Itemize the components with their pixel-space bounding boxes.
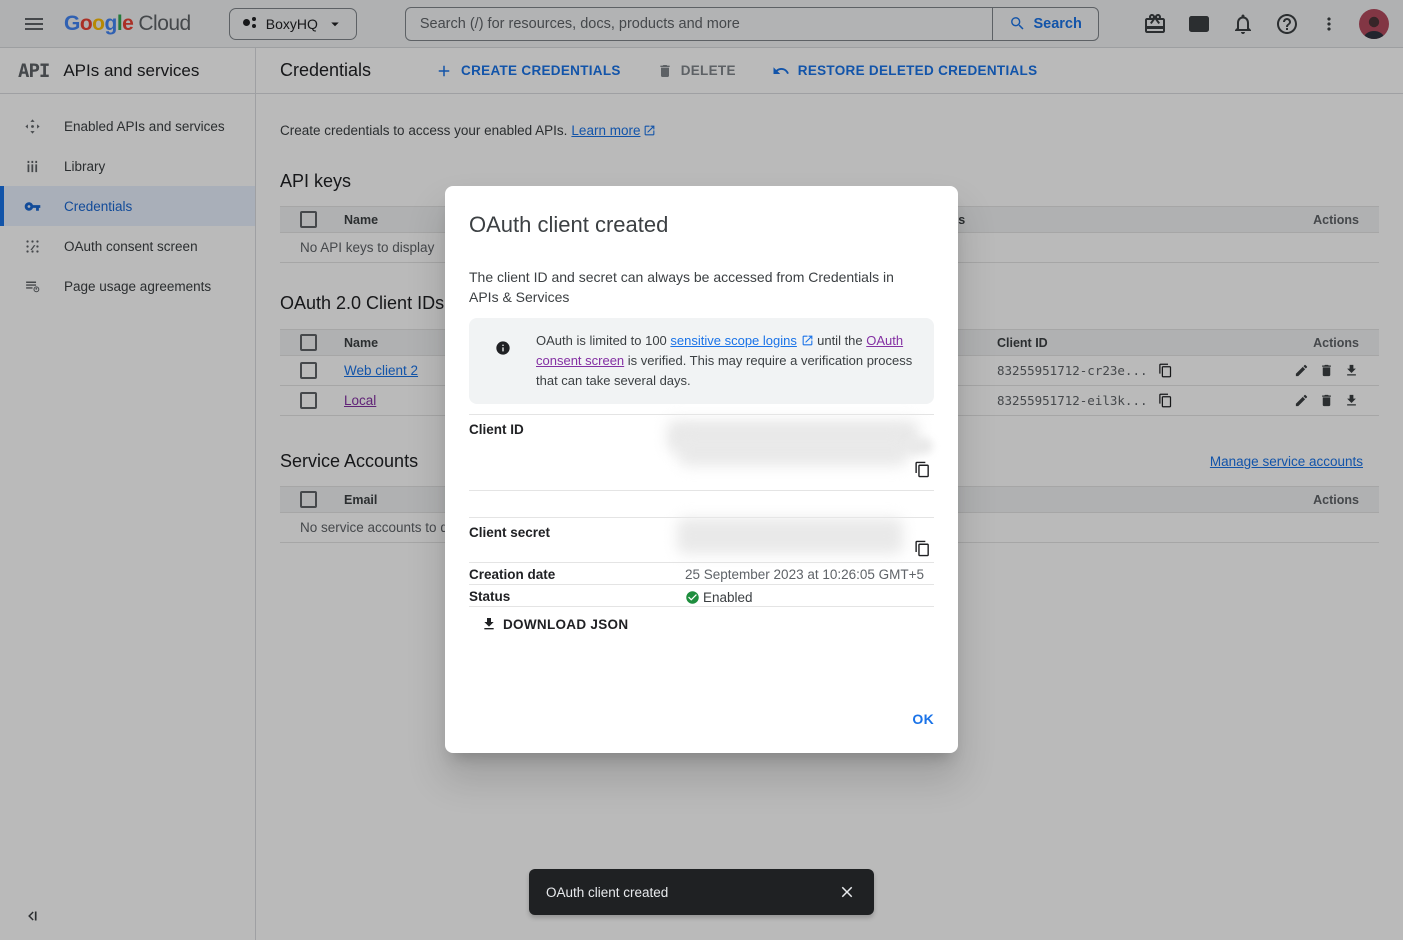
download-icon <box>481 616 497 632</box>
status-value: Enabled <box>685 585 934 606</box>
status-label: Status <box>469 585 685 606</box>
redacted-client-secret <box>677 518 903 554</box>
open-in-new-icon <box>801 334 814 347</box>
dialog-subtitle: The client ID and secret can always be a… <box>469 267 909 307</box>
creation-date-value: 25 September 2023 at 10:26:05 GMT+5 <box>685 563 934 584</box>
ok-button[interactable]: OK <box>912 711 934 727</box>
client-id-label: Client ID <box>469 415 685 490</box>
sensitive-scope-logins-link[interactable]: sensitive scope logins <box>670 333 796 348</box>
oauth-client-created-dialog: OAuth client created The client ID and s… <box>445 186 958 753</box>
info-banner: OAuth is limited to 100 sensitive scope … <box>469 318 934 404</box>
spacer-row <box>469 490 934 517</box>
check-circle-icon <box>685 590 700 605</box>
snackbar-message: OAuth client created <box>546 885 668 900</box>
info-text-pre: OAuth is limited to 100 <box>536 333 670 348</box>
download-json-button[interactable]: DOWNLOAD JSON <box>481 616 628 632</box>
dialog-title: OAuth client created <box>469 212 668 238</box>
creation-date-label: Creation date <box>469 563 685 584</box>
info-icon <box>495 340 511 356</box>
status-row: Status Enabled <box>469 584 934 607</box>
close-icon[interactable] <box>838 883 856 901</box>
copy-client-id-icon[interactable] <box>914 461 931 478</box>
redacted-client-id <box>679 434 907 466</box>
info-text: OAuth is limited to 100 sensitive scope … <box>536 331 914 391</box>
creation-date-row: Creation date 25 September 2023 at 10:26… <box>469 562 934 584</box>
status-badge: Enabled <box>703 590 753 605</box>
redacted-fragment <box>905 438 933 454</box>
client-secret-label: Client secret <box>469 518 685 562</box>
info-text-mid: until the <box>814 333 867 348</box>
snackbar: OAuth client created <box>529 869 874 915</box>
download-json-label: DOWNLOAD JSON <box>503 617 628 632</box>
copy-client-secret-icon[interactable] <box>914 540 931 557</box>
